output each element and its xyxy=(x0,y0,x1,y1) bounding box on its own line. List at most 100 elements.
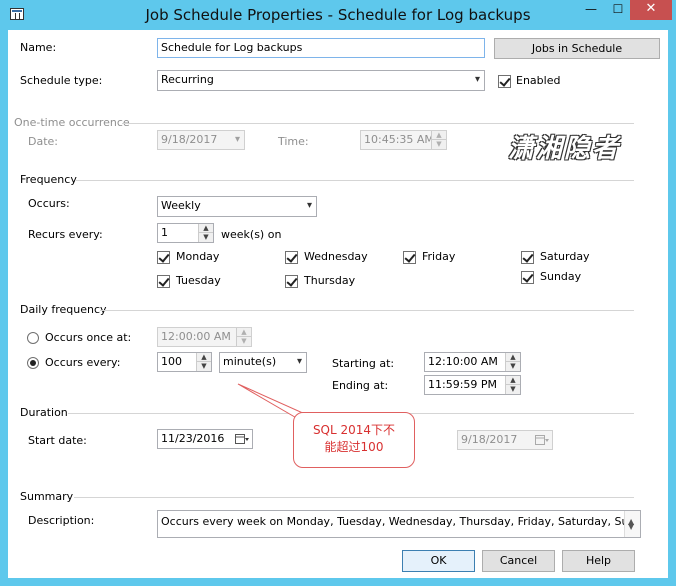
arrow-down-icon[interactable]: ▼ xyxy=(199,233,213,242)
cancel-button[interactable]: Cancel xyxy=(482,550,555,572)
sunday-label: Sunday xyxy=(540,270,582,283)
schedule-type-select[interactable]: Recurring ▾ xyxy=(157,70,485,91)
chevron-down-icon: ▾ xyxy=(306,200,312,211)
arrow-down-icon[interactable]: ▼ xyxy=(506,385,520,394)
chevron-down-icon: ▾ xyxy=(474,74,480,85)
ending-at-value: 11:59:59 PM xyxy=(428,378,498,391)
starting-at-label: Starting at: xyxy=(332,357,395,370)
name-label: Name: xyxy=(20,41,57,54)
thursday-checkbox[interactable] xyxy=(285,275,298,288)
annotation-line-2: 能超过100 xyxy=(324,440,384,454)
sunday-checkbox[interactable] xyxy=(521,271,534,284)
close-button[interactable]: ✕ xyxy=(630,0,672,20)
description-label: Description: xyxy=(28,514,95,527)
chevron-down-icon: ▾ xyxy=(234,134,240,145)
recurs-unit-label: week(s) on xyxy=(221,228,282,241)
watermark-logo: 潇湘隐者 xyxy=(508,134,621,164)
summary-heading: Summary xyxy=(20,490,74,503)
friday-label: Friday xyxy=(422,250,456,263)
occurs-every-unit-select[interactable]: minute(s) ▾ xyxy=(219,352,307,373)
start-date-value: 11/23/2016 xyxy=(161,432,225,445)
saturday-checkbox[interactable] xyxy=(521,251,534,264)
maximize-button[interactable]: ☐ xyxy=(604,0,632,20)
occurs-every-label: Occurs every: xyxy=(45,356,121,369)
arrow-up-icon[interactable]: ▲ xyxy=(506,353,520,362)
occurs-label: Occurs: xyxy=(28,197,70,210)
divider xyxy=(74,497,634,498)
wednesday-checkbox[interactable] xyxy=(285,251,298,264)
frequency-heading: Frequency xyxy=(20,173,77,186)
arrow-down-icon[interactable]: ▼ xyxy=(237,337,251,346)
one-time-time-value: 10:45:35 AM xyxy=(364,133,434,146)
arrow-down-icon[interactable]: ▼ xyxy=(506,362,520,371)
arrow-up-icon[interactable]: ▲ xyxy=(432,131,446,140)
occurs-once-value: 12:00:00 AM xyxy=(161,330,231,343)
occurs-once-time-spinner[interactable]: 12:00:00 AM ▲ ▼ xyxy=(157,327,252,347)
help-button[interactable]: Help xyxy=(562,550,635,572)
arrow-up-icon[interactable]: ▲ xyxy=(199,224,213,233)
spinner-arrows[interactable]: ▲ ▼ xyxy=(505,353,520,371)
chevron-down-icon: ▾ xyxy=(296,356,302,367)
tuesday-checkbox[interactable] xyxy=(157,275,170,288)
calendar-icon[interactable] xyxy=(535,434,549,446)
duration-heading: Duration xyxy=(20,406,68,419)
recurs-every-value: 1 xyxy=(161,226,168,239)
recurs-every-label: Recurs every: xyxy=(28,228,103,241)
daily-frequency-heading: Daily frequency xyxy=(20,303,107,316)
occurs-once-label: Occurs once at: xyxy=(45,331,132,344)
occurs-value: Weekly xyxy=(161,199,201,212)
thursday-label: Thursday xyxy=(304,274,356,287)
dialog-body: Name: Schedule for Log backups Jobs in S… xyxy=(8,30,668,578)
arrow-down-icon[interactable]: ▼ xyxy=(432,140,446,149)
arrow-up-icon[interactable]: ▲ xyxy=(506,376,520,385)
divider xyxy=(76,180,634,181)
window-title: Job Schedule Properties - Schedule for L… xyxy=(145,6,531,24)
enabled-checkbox[interactable] xyxy=(498,75,511,88)
occurs-every-unit-value: minute(s) xyxy=(223,355,277,368)
name-input[interactable]: Schedule for Log backups xyxy=(157,38,485,58)
occurs-every-radio[interactable] xyxy=(27,357,39,369)
title-bar[interactable]: Job Schedule Properties - Schedule for L… xyxy=(0,0,676,30)
starting-at-value: 12:10:00 AM xyxy=(428,355,498,368)
arrow-up-icon[interactable]: ▲ xyxy=(197,353,211,362)
description-scrollbar[interactable]: ▲ ▼ xyxy=(624,511,640,537)
schedule-type-label: Schedule type: xyxy=(20,74,103,87)
spinner-arrows[interactable]: ▲ ▼ xyxy=(196,353,211,371)
enabled-label: Enabled xyxy=(516,74,561,87)
arrow-up-icon[interactable]: ▲ xyxy=(237,328,251,337)
end-date-picker[interactable]: 9/18/2017 xyxy=(457,430,553,450)
one-time-time-label: Time: xyxy=(278,135,309,148)
monday-checkbox[interactable] xyxy=(157,251,170,264)
start-date-label: Start date: xyxy=(28,434,87,447)
one-time-date-picker[interactable]: 9/18/2017 ▾ xyxy=(157,130,245,150)
dialog-window: Job Schedule Properties - Schedule for L… xyxy=(0,0,676,586)
arrow-down-icon[interactable]: ▼ xyxy=(197,362,211,371)
wednesday-label: Wednesday xyxy=(304,250,368,263)
arrow-down-icon[interactable]: ▼ xyxy=(628,518,634,536)
friday-checkbox[interactable] xyxy=(403,251,416,264)
ending-at-spinner[interactable]: 11:59:59 PM ▲ ▼ xyxy=(424,375,521,395)
occurs-select[interactable]: Weekly ▾ xyxy=(157,196,317,217)
annotation-line-1: SQL 2014下不 xyxy=(312,423,396,437)
one-time-date-label: Date: xyxy=(28,135,58,148)
saturday-label: Saturday xyxy=(540,250,590,263)
spinner-arrows[interactable]: ▲ ▼ xyxy=(505,376,520,394)
spinner-arrows[interactable]: ▲ ▼ xyxy=(431,131,446,149)
one-time-time-spinner[interactable]: 10:45:35 AM ▲ ▼ xyxy=(360,130,447,150)
divider xyxy=(122,123,634,124)
annotation-callout: SQL 2014下不 能超过100 xyxy=(293,412,415,468)
minimize-button[interactable]: — xyxy=(577,0,605,20)
end-date-value: 9/18/2017 xyxy=(461,433,518,446)
occurs-every-spinner[interactable]: 100 ▲ ▼ xyxy=(157,352,212,372)
one-time-date-value: 9/18/2017 xyxy=(161,133,218,146)
spinner-arrows[interactable]: ▲ ▼ xyxy=(198,224,213,242)
tuesday-label: Tuesday xyxy=(176,274,221,287)
ok-button[interactable]: OK xyxy=(402,550,475,572)
occurs-once-radio[interactable] xyxy=(27,332,39,344)
monday-label: Monday xyxy=(176,250,220,263)
description-textbox[interactable]: Occurs every week on Monday, Tuesday, We… xyxy=(157,510,641,538)
recurs-every-spinner[interactable]: 1 ▲ ▼ xyxy=(157,223,214,243)
starting-at-spinner[interactable]: 12:10:00 AM ▲ ▼ xyxy=(424,352,521,372)
spinner-arrows[interactable]: ▲ ▼ xyxy=(236,328,251,346)
jobs-in-schedule-button[interactable]: Jobs in Schedule xyxy=(494,38,660,59)
